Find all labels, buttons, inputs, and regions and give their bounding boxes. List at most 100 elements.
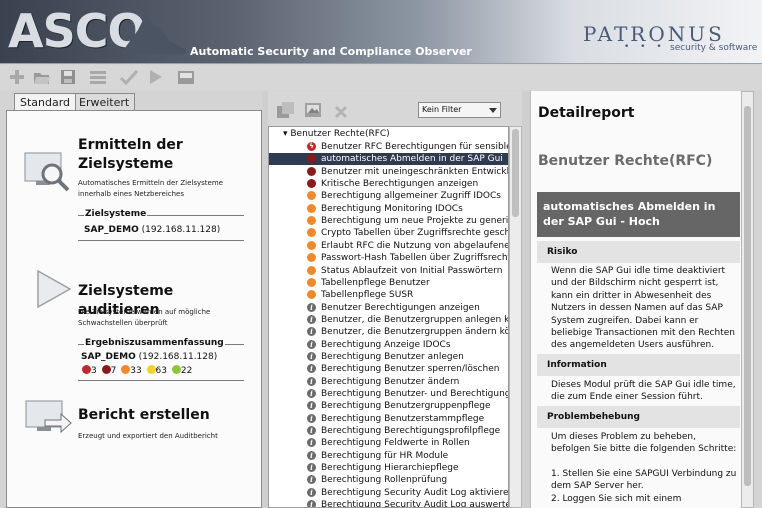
tree-item-label: Berechtigung Benutzer- und Berechtigungs… bbox=[321, 389, 509, 399]
add-icon[interactable] bbox=[7, 68, 27, 86]
filter-select[interactable]: Kein Filter bbox=[418, 102, 501, 118]
detail-scrollbar[interactable] bbox=[741, 91, 754, 508]
tree-item[interactable]: i Berechtigung Benutzer sperren/löschen bbox=[269, 363, 508, 375]
tree-item[interactable]: i Benutzer, die Benutzergruppen ändern kö… bbox=[269, 326, 508, 338]
info-severity-icon: i bbox=[307, 339, 316, 349]
tree-item-label: Berechtigung Rollenprüfung bbox=[321, 475, 448, 486]
tree-item[interactable]: Erlaubt RFC die Nutzung von abgelaufenem… bbox=[269, 240, 508, 252]
tree-item[interactable]: i Berechtigung Benutzer ändern bbox=[269, 376, 508, 388]
export-icon[interactable] bbox=[176, 68, 196, 86]
tree-item[interactable]: i Berechtigung Feldwerte in Rollen bbox=[269, 437, 508, 449]
tree-item[interactable]: Kritische Berechtigungen anzeigen bbox=[269, 178, 508, 190]
left-panel-body: Ermitteln der Zielsysteme Automatisches … bbox=[6, 110, 262, 508]
tree-item[interactable]: Passwort-Hash Tabellen über Zugriffsrech… bbox=[269, 252, 508, 264]
module-panel: Kein Filter ▾ Benutzer Rechte(RFC) ϟ Benu… bbox=[268, 91, 522, 508]
medium-severity-icon bbox=[307, 290, 316, 300]
remediation-line: 1. Stellen Sie eine SAPGUI Verbindung zu… bbox=[551, 468, 737, 492]
app-header: ASCO Automatic Security and Compliance O… bbox=[0, 0, 762, 64]
check-icon[interactable] bbox=[119, 68, 139, 86]
tree-item[interactable]: i Berechtigung Anzeige IDOCs bbox=[269, 339, 508, 351]
tree-item-label: Crypto Tabellen über Zugriffsrechte gesc… bbox=[321, 228, 509, 239]
tree-item[interactable]: Benutzer mit uneingeschränkten Entwicklu… bbox=[269, 166, 508, 178]
medium-severity-icon bbox=[307, 216, 316, 226]
tree-item-label: Berechtigung Hierarchiepflege bbox=[321, 463, 459, 474]
critical-severity-icon: ϟ bbox=[307, 142, 316, 151]
high-severity-icon bbox=[307, 154, 316, 164]
remediation-line: Um dieses Problem zu beheben, befolgen S… bbox=[551, 432, 737, 455]
medium-icon bbox=[121, 365, 131, 374]
info-severity-icon: i bbox=[307, 500, 316, 507]
filter-value: Kein Filter bbox=[422, 105, 462, 114]
tree-item-label: Berechtigung Security Audit Log aktivier… bbox=[321, 487, 509, 498]
tree-item[interactable]: i Berechtigung Benutzer- und Berechtigung… bbox=[269, 388, 509, 400]
run-icon[interactable] bbox=[145, 68, 165, 86]
tree-item[interactable]: i Berechtigung Hierarchiepflege bbox=[269, 462, 508, 474]
tree-item[interactable]: automatisches Abmelden in der SAP Gui bbox=[269, 153, 508, 166]
tree-item-label: Kritische Berechtigungen anzeigen bbox=[321, 179, 479, 190]
tree-item-label: Berechtigung Monitoring IDOCs bbox=[321, 203, 463, 214]
tree-root-node[interactable]: ▾ Benutzer Rechte(RFC) bbox=[283, 129, 390, 139]
count-medium: 33 bbox=[130, 366, 142, 376]
info-severity-icon: i bbox=[307, 351, 316, 361]
target-system[interactable]: SAP_DEMO (192.168.11.128) bbox=[84, 225, 220, 235]
tree-item[interactable]: i Berechtigung Rollenprüfung bbox=[269, 474, 508, 486]
list-icon[interactable] bbox=[88, 68, 108, 86]
play-audit-icon[interactable] bbox=[36, 269, 72, 309]
tree-item[interactable]: i Berechtigung Benutzer anlegen bbox=[269, 351, 508, 363]
chevron-down-icon bbox=[489, 108, 497, 113]
step-report-desc: Erzeugt und exportiert den Auditbericht bbox=[78, 432, 218, 440]
info-severity-icon: i bbox=[307, 475, 316, 485]
tree-item[interactable]: Tabellenpflege SUSR bbox=[269, 289, 508, 301]
tree-item[interactable]: i Berechtigung Security Audit Log auswert… bbox=[269, 499, 508, 507]
copy-icon[interactable] bbox=[276, 101, 296, 119]
detail-module-name: Benutzer Rechte(RFC) bbox=[538, 153, 713, 169]
detail-report-title: Detailreport bbox=[538, 105, 635, 121]
tree-scroll-thumb[interactable] bbox=[512, 129, 519, 217]
tree-item[interactable]: i Berechtigung für HR Module bbox=[269, 450, 508, 462]
report-export-icon[interactable] bbox=[25, 400, 73, 438]
tree-item[interactable]: i Berechtigung Benutzergruppenpflege bbox=[269, 400, 508, 412]
tree-item[interactable]: Crypto Tabellen über Zugriffsrechte gesc… bbox=[269, 227, 509, 239]
tree-item[interactable]: Berechtigung Monitoring IDOCs bbox=[269, 203, 508, 215]
wolf-logo-icon bbox=[122, 14, 186, 54]
tree-item[interactable]: i Benutzer Berechtigungen anzeigen bbox=[269, 302, 508, 314]
tree-item[interactable]: i Berechtigung Benutzerstammpflege bbox=[269, 413, 508, 425]
tab-erweitert[interactable]: Erweitert bbox=[73, 93, 136, 110]
risk-heading: Risiko bbox=[537, 241, 740, 263]
tree-item[interactable]: i Benutzer, die Benutzergruppen anlegen k… bbox=[269, 314, 508, 326]
tree-item[interactable]: i Berechtigung Berechtigungsprofilpflege bbox=[269, 425, 508, 437]
result-summary-label: Ergebniszusammenfassung bbox=[84, 338, 225, 348]
open-folder-icon[interactable] bbox=[32, 68, 52, 86]
splitter-right[interactable] bbox=[522, 91, 530, 508]
image-report-icon[interactable] bbox=[304, 102, 322, 118]
tree-scrollbar[interactable] bbox=[509, 126, 522, 508]
tree-item-label: Berechtigung Benutzer ändern bbox=[321, 376, 460, 387]
tree-item[interactable]: Tabellenpflege Benutzer bbox=[269, 277, 508, 289]
delete-icon[interactable] bbox=[334, 105, 348, 119]
medium-severity-icon bbox=[307, 253, 316, 263]
brand-tagline: security & software bbox=[670, 43, 758, 53]
tab-standard[interactable]: Standard bbox=[14, 93, 77, 110]
info-severity-icon: i bbox=[307, 463, 316, 473]
search-network-icon[interactable] bbox=[24, 152, 74, 194]
tree-item[interactable]: i Berechtigung Security Audit Log aktivie… bbox=[269, 487, 509, 499]
tree-item-label: Berechtigung allgemeiner Zugriff IDOCs bbox=[321, 191, 501, 202]
tree-item-label: Status Ablaufzeit von Initial Passwörter… bbox=[321, 265, 503, 276]
remediation-line: 2. Loggen Sie sich mit einem bbox=[551, 493, 682, 504]
high-severity-icon bbox=[307, 179, 316, 189]
tree-item[interactable]: Berechtigung um neue Projekte zu generie… bbox=[269, 215, 508, 227]
asco-window: ASCO Automatic Security and Compliance O… bbox=[0, 0, 762, 508]
tree-item[interactable]: Status Ablaufzeit von Initial Passwörter… bbox=[269, 265, 508, 277]
medium-severity-icon bbox=[307, 265, 316, 275]
save-icon[interactable] bbox=[58, 68, 78, 86]
info-severity-icon: i bbox=[307, 327, 316, 337]
tree-item[interactable]: Berechtigung allgemeiner Zugriff IDOCs bbox=[269, 190, 508, 202]
medium-severity-icon bbox=[307, 203, 316, 213]
tree-item-label: Berechtigung Benutzerstammpflege bbox=[321, 413, 485, 424]
detail-scroll-thumb[interactable] bbox=[744, 106, 751, 486]
tree-item-label: Berechtigung Benutzer anlegen bbox=[321, 351, 464, 362]
audited-system[interactable]: SAP_DEMO (192.168.11.128) bbox=[81, 352, 217, 362]
tree-item[interactable]: ϟ Benutzer RFC Berechtigungen für sensibl… bbox=[269, 141, 508, 153]
medium-severity-icon bbox=[307, 277, 316, 287]
tree-item-label: Berechtigung Berechtigungsprofilpflege bbox=[321, 426, 501, 437]
